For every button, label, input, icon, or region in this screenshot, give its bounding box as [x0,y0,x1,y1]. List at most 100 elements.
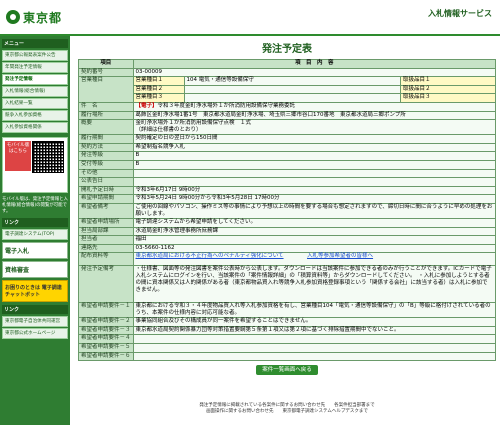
biz-row-name: 営業種目２ [132,84,185,95]
item-row-name: 取扱品目１ [400,76,496,86]
table-row: 連絡先 03-5660-1162 [78,243,497,254]
table-row: 発注予定備考 ・仕様書、図面等の発注図書を案件公表時から公表します。ダウンロード… [78,265,497,304]
biz-label: 営業種目 [78,76,134,103]
order-plan-table: 項目 項 目 内 容 契約番号 03-00009 営業種目 営業種目１ 104 … [78,59,497,362]
table-row: 営業種目２ 取扱品目２ [79,84,496,95]
mobile-version-box[interactable]: モバイル版はこちら [2,137,68,193]
tel-label: 連絡先 [78,243,134,254]
biz-row-name: 営業種目３ [132,93,185,103]
sidebar-footer-title: リンク [2,305,68,314]
back-to-list-button[interactable]: 案件一覧画面へ戻る [256,365,318,376]
place-label: 履行場所 [78,110,134,121]
order-grade-value: B [132,151,497,161]
summary-cell: 金町浄水場外１か所消防用設備保守点検 １式 （詳細は仕様書のとおり） [132,119,497,136]
tel-value: 03-5660-1162 [132,243,497,254]
tokyo-emblem-icon [6,10,20,24]
doc-link-penalty[interactable]: 東京都水道局における不正行為へのペナルティ強化について [136,253,284,259]
notes-value: ・仕様書、図面等の発注図書を案件公表時から公表します。ダウンロードは当該案件に参… [132,265,497,304]
sidebar-item-koho[interactable]: 東京都公報発表案件公告 [2,50,68,61]
apply-notes-value: ご使用の回線やパソコン、操作ミス等の事情により予想以上の時間を要する場合も想定さ… [132,202,497,219]
announce-label: 公表告日 [78,177,134,187]
biz-row-value [183,84,402,95]
req-value [132,334,497,345]
contact-dept-label: 担当局部課 [78,226,134,237]
accept-grade-label: 受付等級 [78,159,134,170]
apply-way-label: 希望者申請場所 [78,217,134,228]
tokyo-logo[interactable]: 東京都 [6,7,76,27]
biz-row-value [183,93,402,103]
req-value [132,343,497,353]
method-value: 希望制指名競争入札 [132,142,497,153]
sidebar-link-joint-operation[interactable]: 東京都電子自治体共同運営 [2,316,68,327]
table-row: 概要 金町浄水場外１か所消防用設備保守点検 １式 （詳細は仕様書のとおり） [78,119,497,136]
contact-dept-value: 水道局金町浄水管理事務所庶務課 [132,226,497,237]
table-row: 希望者申請要件－５ [78,343,497,353]
req-value: 東京都水道局契約関係暴力団等対策措置要綱第５条第１項又は第２項に基づく排除措置期… [132,325,497,336]
summary-line: （詳細は仕様書のとおり） [135,127,202,134]
notes-label: 発注予定備考 [78,265,134,304]
sidebar-item-bid-info[interactable]: 入札情報(総合情報) [2,86,68,97]
table-row: 担当者 福田 [78,235,497,245]
sidebar-link-ebid[interactable]: 電子入札 [2,242,68,259]
req-label: 希望者申請要件－４ [78,334,134,345]
announce-value [132,177,497,187]
table-row: 希望者申請要件－４ [78,334,497,345]
table-row: 契約方法 希望制指名競争入札 [78,142,497,153]
req-value [132,351,497,362]
sidebar-link-qualification-review[interactable]: 資格審査 [2,261,68,278]
order-grade-label: 発注等級 [78,151,134,161]
table-row: 希望者申請要件－３ 東京都水道局契約関係暴力団等対策措置要綱第５条第１項又は第２… [78,325,497,336]
name-value-cell: 【電子】令和３年度金町浄水場外１か所消防用設備保守業務委託 [132,101,497,112]
open-date-label: 開札予定日時 [78,185,134,196]
sidebar-item-order-plan[interactable]: 発注予定情報 [2,74,68,85]
table-row: 希望者申請要件－１ 東京都における令和３・４年度物品買入れ等入札参加資格を有し、… [78,302,497,319]
sidebar-link-official-site[interactable]: 東京都公式ホームページ [2,328,68,339]
table-row: その他 [78,168,497,179]
apply-period-label: 希望申請期間 [78,194,134,204]
item-row-name: 取扱品目２ [400,84,496,95]
other-label: その他 [78,168,134,179]
apply-way-value: 電子調達システムから希望申請をしてください。 [132,217,497,228]
name-label: 件 名 [78,101,134,112]
doc-link-bidders[interactable]: 入札等参加希望者の皆様へ [307,253,373,259]
chatbot-button[interactable]: お困りのときは 電子調達チャットボット [2,280,68,302]
electronic-badge: 【電子】 [135,102,158,109]
sidebar: メニュー 東京都公報発表案件公告 年間発注予定情報 発注予定情報 入札情報(総合… [0,36,70,425]
table-row: 発注等級 B [78,151,497,161]
table-row: 契約番号 03-00009 [78,67,497,78]
mobile-version-label[interactable]: モバイル版はこちら [5,141,31,171]
table-row: 希望申請期間 令和3年5月24日 9時00分から令和3年5月28日 17時00分 [78,194,497,204]
table-row: 希望者備考 ご使用の回線やパソコン、操作ミス等の事情により予想以上の時間を要する… [78,202,497,219]
doc-label: 配布資料等 [78,252,134,267]
table-row: 営業種目 営業種目１ 104 電気・通信等設備保守 取扱品目１ [78,76,496,103]
sidebar-item-results[interactable]: 入札結果一覧 [2,98,68,109]
req-value: 事業協同組合及びその構成員が同一案件を希望することはできません。 [132,317,497,327]
req-value: 東京都における令和３・４年度物品買入れ等入札参加資格を有し、営業種目104「電気… [132,302,497,319]
table-row: 配布資料等 東京都水道局における不正行為へのペナルティ強化について 入札等参加希… [78,252,497,267]
table-row: 件 名 【電子】令和３年度金町浄水場外１か所消防用設備保守業務委託 [78,101,497,112]
table-header-row: 項目 項 目 内 容 [78,59,497,69]
sidebar-item-annual-plan[interactable]: 年間発注予定情報 [2,62,68,73]
site-title: 入札情報サービス [428,9,492,18]
req-label: 希望者申請要件－６ [78,351,134,362]
sidebar-link-procurement-top[interactable]: 電子調達システム(TOP) [2,229,68,240]
req-label: 希望者申請要件－１ [78,302,134,319]
other-value [132,168,497,179]
name-value: 令和３年度金町浄水場外１か所消防用設備保守業務委託 [157,102,296,109]
logo-text: 東京都 [23,10,63,25]
sidebar-link-title: リンク [2,218,68,227]
table-row: 開札予定日時 令和3年6月17日 9時00分 [78,185,497,196]
sidebar-item-participation[interactable]: 入札参加資格関係 [2,122,68,133]
sidebar-menu-title: メニュー [2,39,68,48]
table-row: 公表告日 [78,177,497,187]
method-label: 契約方法 [78,142,134,153]
place-value: 葛飾区金町浄水場1番1号 東京都水道局金町浄水場、埼玉県三郷市谷口170番地 東… [132,110,497,121]
person-value: 福田 [132,235,497,245]
table-row: 履行場所 葛飾区金町浄水場1番1号 東京都水道局金町浄水場、埼玉県三郷市谷口17… [78,110,497,121]
period-label: 履行期間 [78,134,134,144]
sidebar-item-qualification[interactable]: 競争入札参加資格 [2,110,68,121]
footer: 発注予定情報に掲載されている各案件に関するお問い合わせ先 各案件担当部署まで 画… [78,403,496,415]
biz-row-value: 104 電気・通信等設備保守 [183,76,402,86]
period-value: 契約確定の日の翌日から150日間 [132,134,497,144]
mobile-note: モバイル版は、発注予定情報と入札情報(総合情報)の閲覧が可能です。 [2,197,68,214]
